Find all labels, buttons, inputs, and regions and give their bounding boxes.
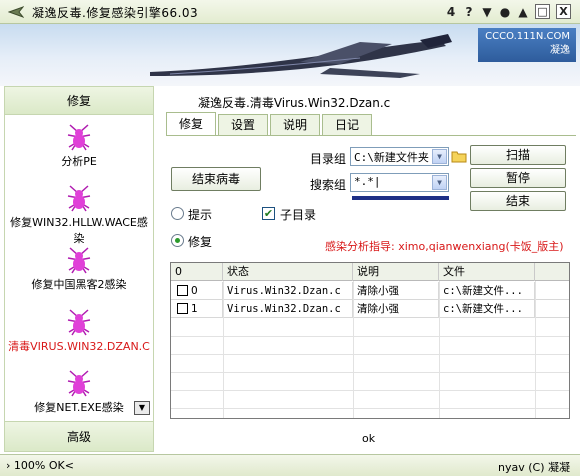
- grid-line: [535, 281, 536, 418]
- banner: CCCO.111N.COM 凝逸: [0, 24, 580, 86]
- spider-icon: [67, 247, 91, 274]
- pause-button[interactable]: 暂停: [470, 168, 566, 188]
- col-file[interactable]: 文件: [439, 263, 535, 281]
- sidebar-item-label: 修复WIN32.HLLW.WACE感染: [10, 216, 148, 245]
- row-id: 1: [187, 300, 223, 318]
- status-left-text: 100% OK<: [13, 459, 74, 472]
- pin-icon[interactable]: 4: [442, 3, 460, 21]
- grid-line: [353, 281, 354, 418]
- repair-label: 修复: [188, 235, 213, 249]
- status-right-text: nyav (C) 凝凝: [498, 461, 570, 474]
- grid-line: [171, 390, 569, 391]
- row-file: c:\新建文件...: [439, 282, 535, 300]
- close-button[interactable]: X: [556, 4, 571, 19]
- col-index[interactable]: 0: [171, 263, 223, 281]
- table-row[interactable]: 0 Virus.Win32.Dzan.c 清除小强 c:\新建文件...: [171, 282, 569, 300]
- logo-box: CCCO.111N.COM 凝逸: [478, 28, 576, 62]
- col-desc[interactable]: 说明: [353, 263, 439, 281]
- grid-line: [171, 354, 569, 355]
- sidebar-item-fix-hllw[interactable]: 修复WIN32.HLLW.WACE感染: [5, 182, 153, 246]
- sidebar-item-clean-dzan[interactable]: 清毒VIRUS.WIN32.DZAN.C: [5, 306, 153, 354]
- title-bar: 凝逸反毒.修复感染引擎66.03 4 ? ▼ ● ▲ □ X: [0, 0, 580, 24]
- repair-radio[interactable]: [171, 234, 184, 247]
- tab-bar: 修复 设置 说明 日记: [166, 112, 374, 136]
- row-id: 0: [187, 282, 223, 300]
- scan-button[interactable]: 扫描: [470, 145, 566, 165]
- sidebar-item-fix-china-hacker[interactable]: 修复中国黑客2感染: [5, 244, 153, 292]
- grid-line: [223, 281, 224, 418]
- tab-log[interactable]: 日记: [322, 114, 373, 135]
- dropdown-icon[interactable]: ▼: [478, 3, 496, 21]
- row-status: Virus.Win32.Dzan.c: [223, 300, 353, 318]
- grid-line: [439, 281, 440, 418]
- sidebar: 修复 分析PE 修复WIN32.HLLW.WACE感染 修复中国黑客2感染 清毒…: [4, 86, 154, 452]
- grid-line: [171, 372, 569, 373]
- sidebar-footer[interactable]: 高级: [5, 421, 153, 451]
- tab-repair[interactable]: 修复: [166, 112, 217, 135]
- spider-icon: [67, 309, 91, 336]
- window-title: 凝逸反毒.修复感染引擎66.03: [32, 6, 199, 20]
- chevron-down-icon[interactable]: ▼: [432, 149, 447, 164]
- dir-combo[interactable]: C:\新建文件夹 ▼: [350, 147, 449, 166]
- dot-icon[interactable]: ●: [496, 3, 514, 21]
- search-combo[interactable]: *.*| ▼: [350, 173, 449, 192]
- status-left: › 100% OK<: [6, 459, 74, 472]
- sidebar-item-label: 修复NET.EXE感染: [34, 401, 124, 414]
- chevron-down-icon[interactable]: ▼: [432, 175, 447, 190]
- kill-virus-button[interactable]: 结束病毒: [171, 167, 261, 191]
- row-desc: 清除小强: [353, 282, 439, 300]
- up-icon[interactable]: ▲: [514, 3, 532, 21]
- sidebar-header[interactable]: 修复: [5, 87, 153, 115]
- title-controls: 4 ? ▼ ● ▲ □ X: [442, 3, 574, 21]
- sidebar-item-label: 修复中国黑客2感染: [31, 278, 127, 291]
- spider-icon: [67, 185, 91, 212]
- status-bar: › 100% OK< nyav (C) 凝凝: [0, 454, 580, 476]
- table-row[interactable]: 1 Virus.Win32.Dzan.c 清除小强 c:\新建文件...: [171, 300, 569, 318]
- subdir-label: 子目录: [280, 208, 317, 222]
- sidebar-item-fix-netexe[interactable]: 修复NET.EXE感染: [5, 367, 153, 415]
- progress-bar: [352, 196, 449, 200]
- prompt-radio[interactable]: [171, 207, 184, 220]
- arrow-right-icon: ›: [6, 459, 11, 472]
- table-header: 0 状态 说明 文件: [171, 263, 569, 281]
- row-desc: 清除小强: [353, 300, 439, 318]
- subdir-checkbox[interactable]: ✔: [262, 207, 275, 220]
- scroll-down-icon[interactable]: ▼: [134, 401, 150, 415]
- folder-icon[interactable]: [451, 149, 467, 163]
- search-value: *.*|: [354, 175, 381, 188]
- end-button[interactable]: 结束: [470, 191, 566, 211]
- status-text: ok: [362, 432, 376, 445]
- col-status[interactable]: 状态: [223, 263, 353, 281]
- row-status: Virus.Win32.Dzan.c: [223, 282, 353, 300]
- spider-icon: [67, 124, 91, 151]
- row-file: c:\新建文件...: [439, 300, 535, 318]
- grid-line: [171, 408, 569, 409]
- sidebar-item-label: 清毒VIRUS.WIN32.DZAN.C: [8, 340, 150, 353]
- help-icon[interactable]: ?: [460, 3, 478, 21]
- tab-help[interactable]: 说明: [270, 114, 321, 135]
- prompt-label: 提示: [188, 208, 213, 222]
- spider-icon: [67, 370, 91, 397]
- sidebar-item-analyze-pe[interactable]: 分析PE: [5, 121, 153, 169]
- sidebar-item-label: 分析PE: [61, 155, 97, 168]
- dir-value: C:\新建文件夹: [354, 151, 429, 164]
- results-table: 0 状态 说明 文件 0 Virus.Win32.Dzan.c 清除小强 c:\…: [170, 262, 570, 419]
- dir-label: 目录组: [310, 152, 347, 166]
- search-label: 搜索组: [310, 178, 347, 192]
- page-title: 凝逸反毒.清毒Virus.Win32.Dzan.c: [198, 96, 391, 110]
- maximize-button[interactable]: □: [535, 4, 550, 19]
- sidebar-list: 分析PE 修复WIN32.HLLW.WACE感染 修复中国黑客2感染 清毒VIR…: [5, 115, 153, 421]
- logo-name: 凝逸: [550, 45, 570, 56]
- logo-url: CCCO.111N.COM: [485, 31, 570, 42]
- tab-settings[interactable]: 设置: [218, 114, 269, 135]
- app-icon: [8, 6, 24, 18]
- analysis-hint: 感染分析指导: ximo,qianwenxiang(卡饭_版主): [325, 240, 564, 253]
- grid-line: [171, 336, 569, 337]
